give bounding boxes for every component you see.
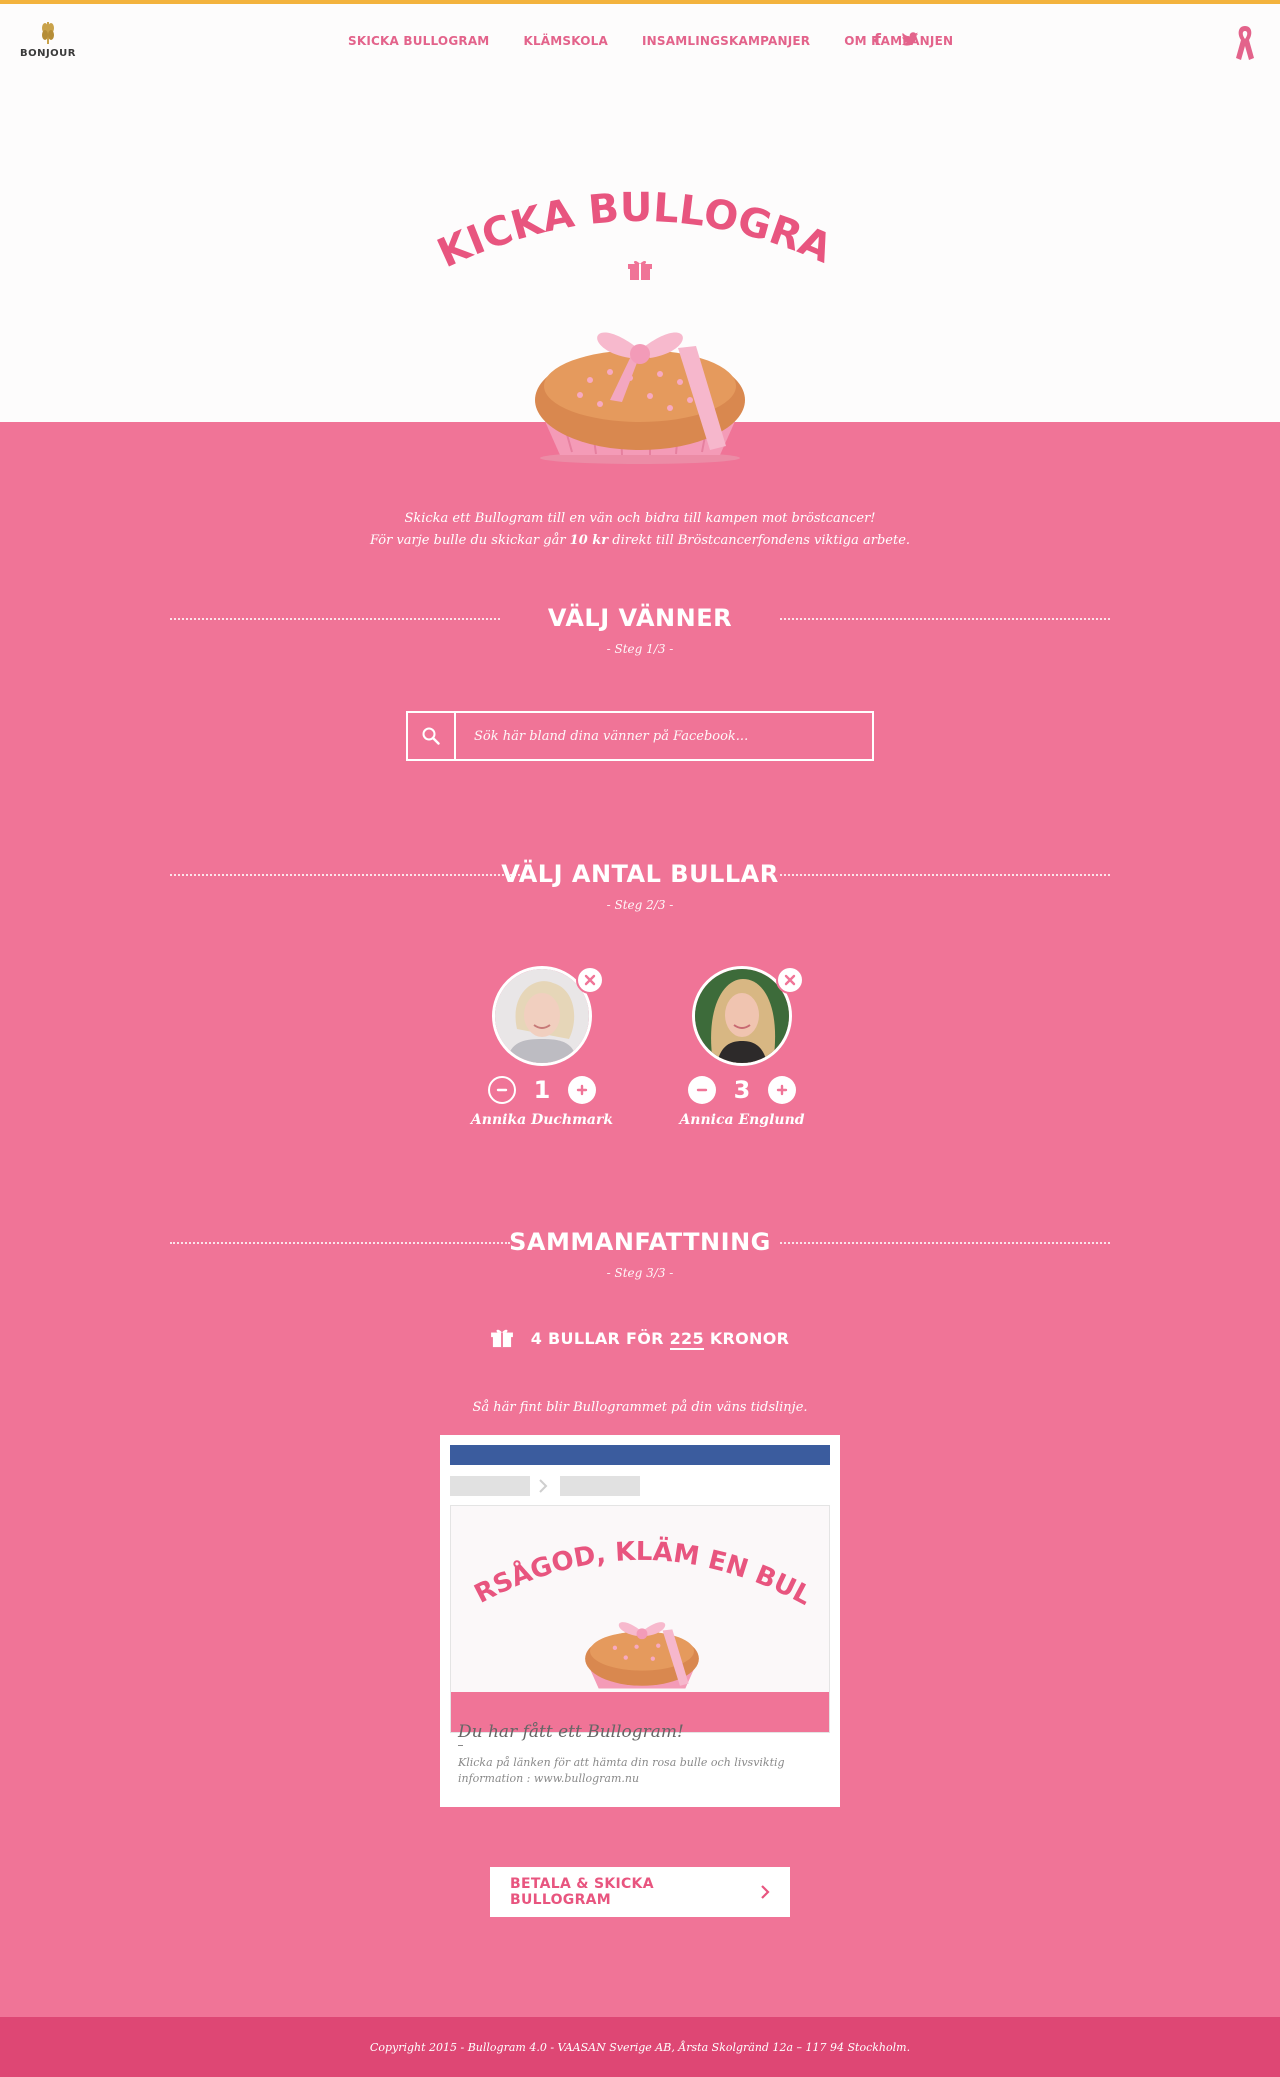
- decrement-button[interactable]: [488, 1076, 516, 1104]
- step-label: - Steg 3/3 -: [606, 1266, 674, 1280]
- plus-icon: [576, 1084, 588, 1096]
- remove-friend-button[interactable]: [776, 966, 804, 994]
- close-icon: [584, 974, 596, 986]
- search-input[interactable]: [456, 713, 872, 759]
- preview-title: VARSÅGOD, KLÄM EN BULLE: [461, 1514, 816, 1612]
- total-amount: 225: [669, 1328, 704, 1350]
- step-title: VÄLJ ANTAL BULLAR: [501, 860, 779, 888]
- search-button[interactable]: [408, 713, 456, 759]
- facebook-icon[interactable]: f: [874, 30, 881, 49]
- step-count-heading: VÄLJ ANTAL BULLAR - Steg 2/3 -: [170, 860, 1110, 912]
- minus-icon: [496, 1088, 508, 1092]
- preview-title-text: VARSÅGOD, KLÄM EN BULLE: [461, 1514, 816, 1612]
- friend-name: Annica Englund: [679, 1112, 805, 1128]
- increment-button[interactable]: [568, 1076, 596, 1104]
- divider: [458, 1745, 463, 1746]
- step-friends-heading: VÄLJ VÄNNER - Steg 1/3 -: [170, 604, 1110, 656]
- gift-icon: [628, 260, 652, 280]
- gift-icon: [490, 1329, 513, 1348]
- search-icon: [422, 727, 440, 745]
- social-links: f: [874, 30, 919, 49]
- quantity-value: 1: [533, 1076, 551, 1104]
- footer: Copyright 2015 - Bullogram 4.0 - VAASAN …: [0, 2017, 1280, 2077]
- plus-icon: [776, 1084, 788, 1096]
- logo-text: BONJOUR: [19, 48, 77, 59]
- facebook-preview: VARSÅGOD, KLÄM EN BULLE Du har fått ett …: [440, 1435, 840, 1807]
- increment-button[interactable]: [768, 1076, 796, 1104]
- bun-image: [535, 332, 745, 464]
- twitter-icon[interactable]: [901, 32, 919, 47]
- chevron-right-icon: [539, 1479, 548, 1493]
- pink-ribbon-icon[interactable]: [1234, 22, 1256, 62]
- friend-name: Annika Duchmark: [470, 1112, 614, 1128]
- hero-section: BONJOUR SKICKA BULLOGRAM KLÄMSKOLA INSAM…: [0, 0, 1280, 464]
- post-description: Klicka på länken för att hämta din rosa …: [458, 1756, 785, 1785]
- intro-line-1: Skicka ett Bullogram till en vän och bid…: [404, 511, 876, 526]
- cta-label: BETALA & SKICKA BULLOGRAM: [510, 1876, 654, 1908]
- step-summary-heading: SAMMANFATTNING - Steg 3/3 -: [170, 1228, 1110, 1280]
- bonjour-logo[interactable]: BONJOUR: [18, 20, 78, 66]
- post-title: Du har fått ett Bullogram!: [458, 1722, 684, 1742]
- nav-klamskola[interactable]: KLÄMSKOLA: [523, 34, 608, 48]
- placeholder-bar: [450, 1476, 530, 1496]
- preview-caption: Så här fint blir Bullogrammet på din vän…: [472, 1400, 808, 1415]
- copyright-text: Copyright 2015 - Bullogram 4.0 - VAASAN …: [369, 2040, 911, 2054]
- nav-insamlingskampanjer[interactable]: INSAMLINGSKAMPANJER: [642, 34, 810, 48]
- friend-card: 1 Annika Duchmark: [442, 966, 642, 1128]
- intro-line-2: För varje bulle du skickar går 10 kr dir…: [369, 533, 911, 548]
- nav-skicka-bullogram[interactable]: SKICKA BULLOGRAM: [348, 34, 489, 48]
- step-title: VÄLJ VÄNNER: [547, 604, 733, 632]
- friend-search: [406, 711, 874, 761]
- step-label: - Steg 1/3 -: [606, 642, 674, 656]
- donation-amount: 10 kr: [569, 533, 609, 548]
- total-text: 4 BULLAR FÖR 225 KRONOR: [530, 1328, 790, 1350]
- pay-and-send-button[interactable]: BETALA & SKICKA BULLOGRAM: [490, 1867, 790, 1917]
- quantity-stepper: 1: [442, 1076, 642, 1104]
- remove-friend-button[interactable]: [576, 966, 604, 994]
- close-icon: [784, 974, 796, 986]
- friend-card: 3 Annica Englund: [642, 966, 842, 1128]
- placeholder-bar: [560, 1476, 640, 1496]
- wheat-icon: [42, 22, 54, 44]
- chevron-right-icon: [761, 1885, 770, 1899]
- step-title: SAMMANFATTNING: [509, 1228, 771, 1256]
- preview-image: VARSÅGOD, KLÄM EN BULLE: [450, 1505, 830, 1733]
- minus-icon: [696, 1088, 708, 1092]
- quantity-value: 3: [733, 1076, 751, 1104]
- intro-text: Skicka ett Bullogram till en vän och bid…: [0, 508, 1280, 552]
- bun-image: [585, 1622, 699, 1689]
- step-label: - Steg 2/3 -: [606, 898, 674, 912]
- decrement-button[interactable]: [688, 1076, 716, 1104]
- svg-text:VARSÅGOD, KLÄM EN BULLE: VARSÅGOD, KLÄM EN BULLE: [461, 1514, 816, 1612]
- quantity-stepper: 3: [642, 1076, 842, 1104]
- order-total: 4 BULLAR FÖR 225 KRONOR: [0, 1328, 1280, 1350]
- facebook-header-bar: [450, 1445, 830, 1465]
